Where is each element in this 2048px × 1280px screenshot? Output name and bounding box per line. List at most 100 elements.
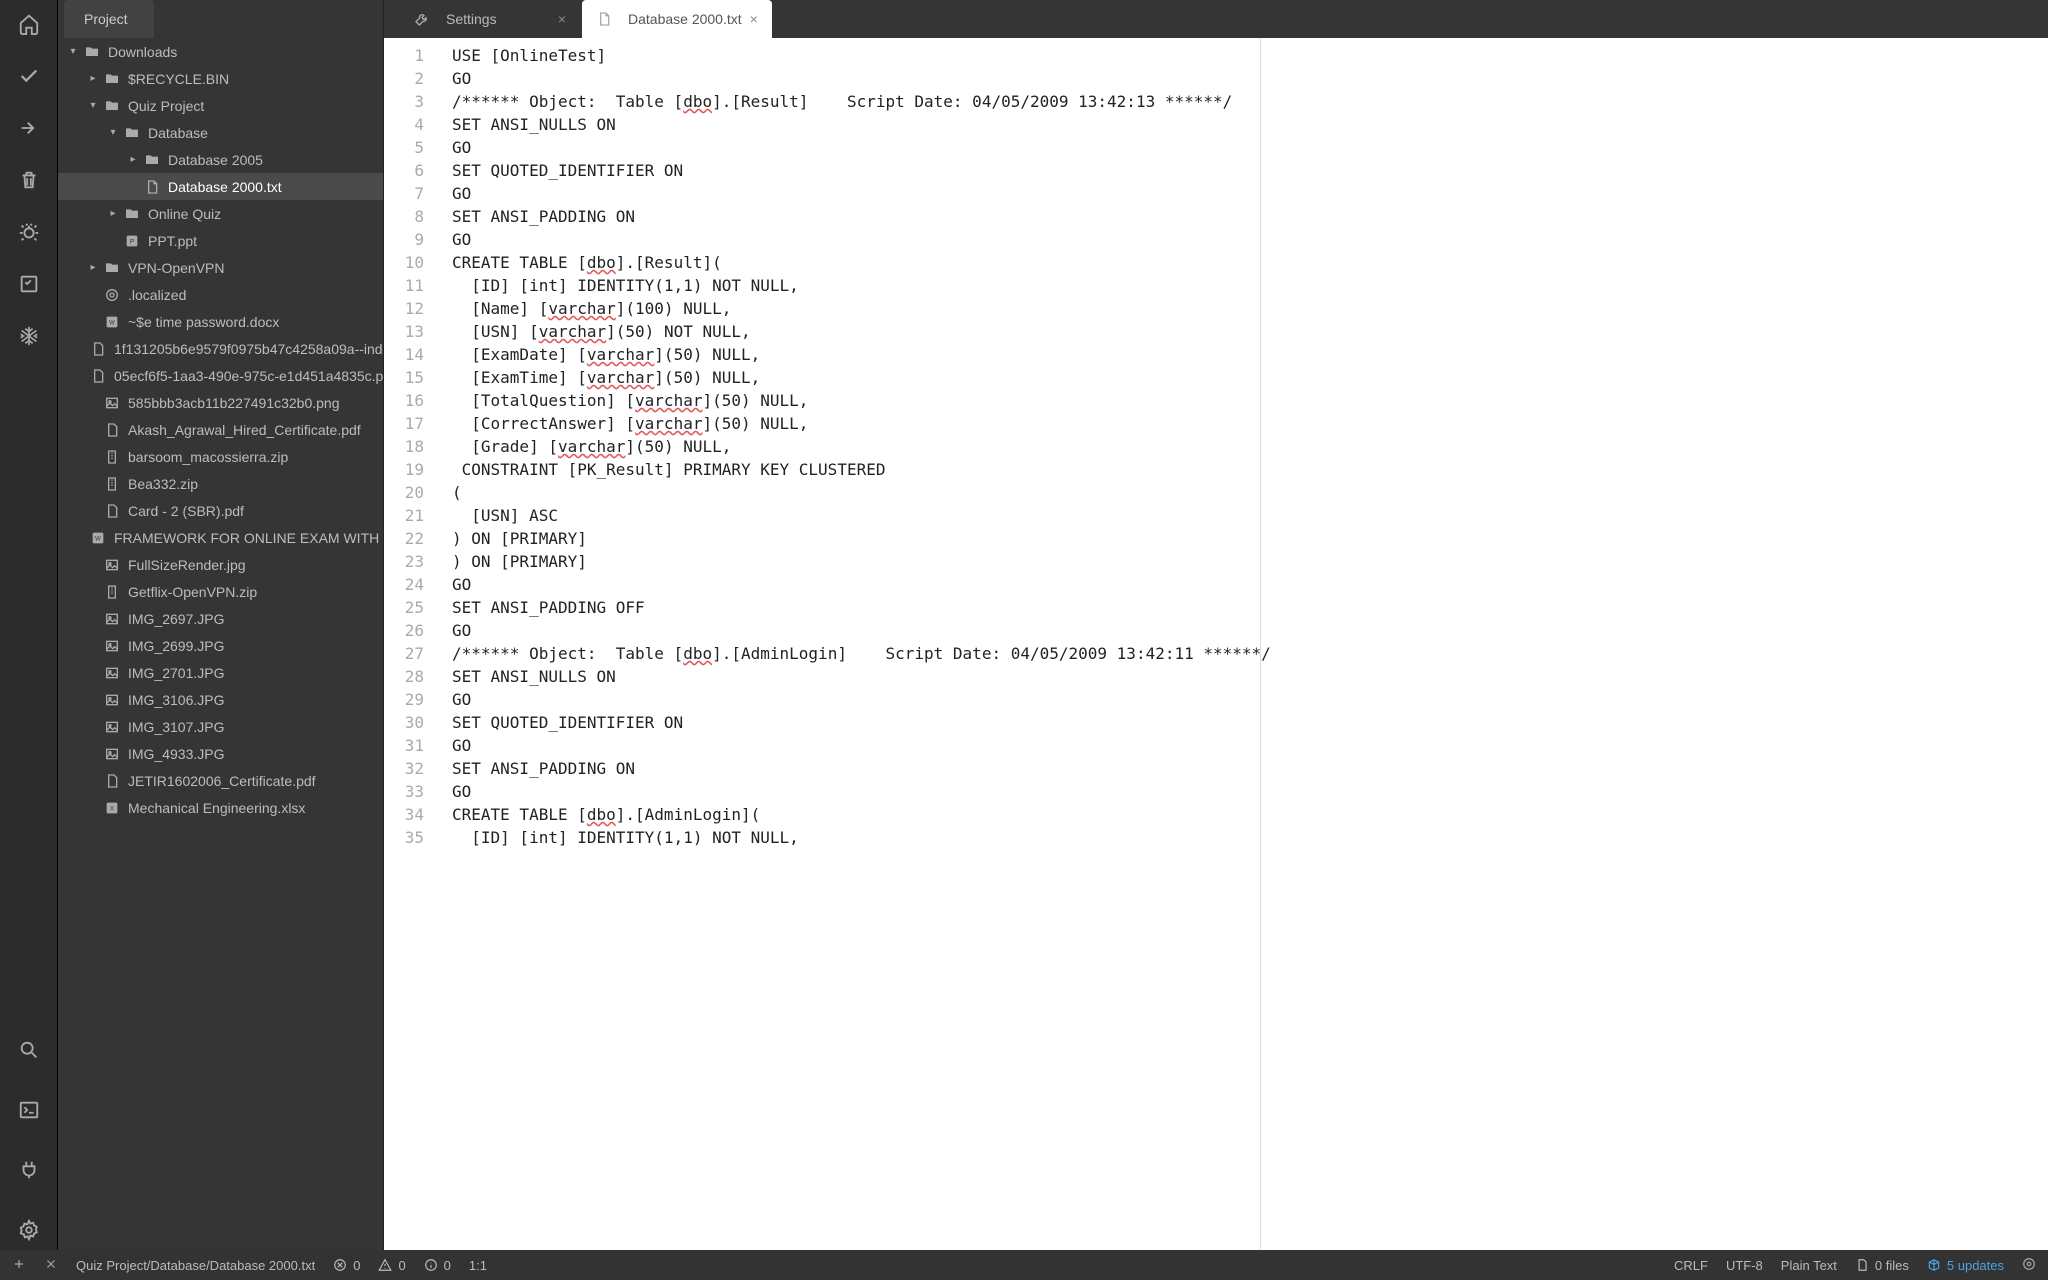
status-path[interactable]: Quiz Project/Database/Database 2000.txt bbox=[76, 1258, 315, 1273]
editor-area: Settings×Database 2000.txt× 123456789101… bbox=[384, 0, 2048, 1250]
chevron-icon: ▸ bbox=[126, 154, 140, 165]
tree-item[interactable]: FullSizeRender.jpg bbox=[58, 551, 383, 578]
tree-item[interactable]: WFRAMEWORK FOR ONLINE EXAM WITH GRAP bbox=[58, 524, 383, 551]
arrow-right-icon[interactable] bbox=[17, 116, 41, 140]
status-info[interactable]: 0 bbox=[424, 1258, 451, 1273]
pdf-icon bbox=[90, 341, 106, 357]
status-updates[interactable]: 5 updates bbox=[1927, 1258, 2004, 1273]
svg-text:W: W bbox=[109, 320, 115, 326]
status-bar: Quiz Project/Database/Database 2000.txt … bbox=[0, 1250, 2048, 1280]
tree-item[interactable]: XMechanical Engineering.xlsx bbox=[58, 794, 383, 821]
xls-icon: X bbox=[104, 800, 120, 816]
img-icon bbox=[104, 746, 120, 762]
trash-icon[interactable] bbox=[17, 168, 41, 192]
pdf-icon bbox=[90, 368, 106, 384]
close-icon[interactable]: × bbox=[750, 11, 758, 27]
tree-item-label: 585bbb3acb11b227491c32b0.png bbox=[128, 395, 340, 411]
status-errors[interactable]: 0 bbox=[333, 1258, 360, 1273]
tree-item[interactable]: IMG_4933.JPG bbox=[58, 740, 383, 767]
status-warnings[interactable]: 0 bbox=[378, 1258, 405, 1273]
tree-item[interactable]: 1f131205b6e9579f0975b47c4258a09a--india bbox=[58, 335, 383, 362]
tree-item[interactable]: 05ecf6f5-1aa3-490e-975c-e1d451a4835c.pd bbox=[58, 362, 383, 389]
tree-item-label: Card - 2 (SBR).pdf bbox=[128, 503, 244, 519]
zip-icon bbox=[104, 584, 120, 600]
tree-item-label: ~$e time password.docx bbox=[128, 314, 279, 330]
tree-item[interactable]: ▸VPN-OpenVPN bbox=[58, 254, 383, 281]
tree-item[interactable]: IMG_3106.JPG bbox=[58, 686, 383, 713]
tree-item[interactable]: PPPT.ppt bbox=[58, 227, 383, 254]
editor-tab[interactable]: Settings × bbox=[400, 0, 580, 38]
svg-text:X: X bbox=[110, 806, 114, 812]
tree-item[interactable]: barsoom_macossierra.zip bbox=[58, 443, 383, 470]
tree-item[interactable]: IMG_2699.JPG bbox=[58, 632, 383, 659]
tree-item-label: Quiz Project bbox=[128, 98, 204, 114]
search-icon[interactable] bbox=[17, 1038, 41, 1062]
svg-text:P: P bbox=[130, 238, 135, 245]
tree-item[interactable]: Card - 2 (SBR).pdf bbox=[58, 497, 383, 524]
line-gutter: 1234567891011121314151617181920212223242… bbox=[384, 38, 440, 1250]
tab-label: Settings bbox=[446, 11, 497, 27]
status-encoding[interactable]: UTF-8 bbox=[1726, 1258, 1763, 1273]
tree-item-label: VPN-OpenVPN bbox=[128, 260, 224, 276]
tree-item[interactable]: IMG_2701.JPG bbox=[58, 659, 383, 686]
tree-item[interactable]: Akash_Agrawal_Hired_Certificate.pdf bbox=[58, 416, 383, 443]
zip-icon bbox=[104, 476, 120, 492]
close-button[interactable] bbox=[44, 1257, 58, 1274]
status-eol[interactable]: CRLF bbox=[1674, 1258, 1708, 1273]
tree-item-label: Database bbox=[148, 125, 208, 141]
bug-icon[interactable] bbox=[17, 220, 41, 244]
tree-item[interactable]: 585bbb3acb11b227491c32b0.png bbox=[58, 389, 383, 416]
tree-item[interactable]: IMG_2697.JPG bbox=[58, 605, 383, 632]
settings-button[interactable] bbox=[2022, 1257, 2036, 1274]
gear-icon[interactable] bbox=[17, 1218, 41, 1242]
tree-item[interactable]: ▸Online Quiz bbox=[58, 200, 383, 227]
chevron-icon: ▸ bbox=[106, 208, 120, 219]
code-editor[interactable]: 1234567891011121314151617181920212223242… bbox=[384, 38, 2048, 1250]
tree-item[interactable]: Bea332.zip bbox=[58, 470, 383, 497]
status-position[interactable]: 1:1 bbox=[469, 1258, 487, 1273]
plug-icon[interactable] bbox=[17, 1158, 41, 1182]
tree-item-label: barsoom_macossierra.zip bbox=[128, 449, 288, 465]
sidebar-tab-project[interactable]: Project bbox=[64, 0, 154, 38]
warning-icon bbox=[378, 1258, 392, 1272]
snowflake-icon[interactable] bbox=[17, 324, 41, 348]
tree-item-label: JETIR1602006_Certificate.pdf bbox=[128, 773, 316, 789]
tree-item[interactable]: Getflix-OpenVPN.zip bbox=[58, 578, 383, 605]
status-files[interactable]: 0 files bbox=[1855, 1258, 1909, 1273]
error-icon bbox=[333, 1258, 347, 1272]
status-language[interactable]: Plain Text bbox=[1781, 1258, 1837, 1273]
terminal-icon[interactable] bbox=[17, 1098, 41, 1122]
tree-item-label: IMG_3107.JPG bbox=[128, 719, 225, 735]
chevron-icon: ▾ bbox=[86, 100, 100, 111]
editor-tab[interactable]: Database 2000.txt× bbox=[582, 0, 772, 38]
tree-item[interactable]: ▸$RECYCLE.BIN bbox=[58, 65, 383, 92]
tree-item[interactable]: .localized bbox=[58, 281, 383, 308]
tree-item-label: FRAMEWORK FOR ONLINE EXAM WITH GRAP bbox=[114, 530, 383, 546]
img-icon bbox=[104, 395, 120, 411]
file-tree: ▾Downloads▸$RECYCLE.BIN▾Quiz Project▾Dat… bbox=[58, 38, 383, 1250]
task-icon[interactable] bbox=[17, 272, 41, 296]
editor-tabbar: Settings×Database 2000.txt× bbox=[384, 0, 2048, 38]
tree-item[interactable]: Database 2000.txt bbox=[58, 173, 383, 200]
ppt-icon: P bbox=[124, 233, 140, 249]
tree-item[interactable]: JETIR1602006_Certificate.pdf bbox=[58, 767, 383, 794]
folder-icon bbox=[144, 152, 160, 168]
tree-item[interactable]: ▾ Quiz Project bbox=[58, 92, 383, 119]
tree-item[interactable]: ▾Downloads bbox=[58, 38, 383, 65]
add-button[interactable] bbox=[12, 1257, 26, 1274]
tree-item[interactable]: ▾Database bbox=[58, 119, 383, 146]
tree-item[interactable]: W ~$e time password.docx bbox=[58, 308, 383, 335]
tree-item[interactable]: IMG_3107.JPG bbox=[58, 713, 383, 740]
close-icon[interactable]: × bbox=[558, 11, 566, 27]
tree-item-label: IMG_3106.JPG bbox=[128, 692, 225, 708]
sidebar: Project ▾Downloads▸$RECYCLE.BIN ▾ Quiz Pro… bbox=[58, 0, 384, 1250]
tree-item-label: IMG_4933.JPG bbox=[128, 746, 225, 762]
chevron-icon: ▾ bbox=[66, 46, 80, 57]
home-icon[interactable] bbox=[17, 12, 41, 36]
tree-item[interactable]: ▸Database 2005 bbox=[58, 146, 383, 173]
tree-item-label: Getflix-OpenVPN.zip bbox=[128, 584, 257, 600]
chevron-icon: ▸ bbox=[86, 73, 100, 84]
tree-item-label: Bea332.zip bbox=[128, 476, 198, 492]
img-icon bbox=[104, 692, 120, 708]
check-icon[interactable] bbox=[17, 64, 41, 88]
